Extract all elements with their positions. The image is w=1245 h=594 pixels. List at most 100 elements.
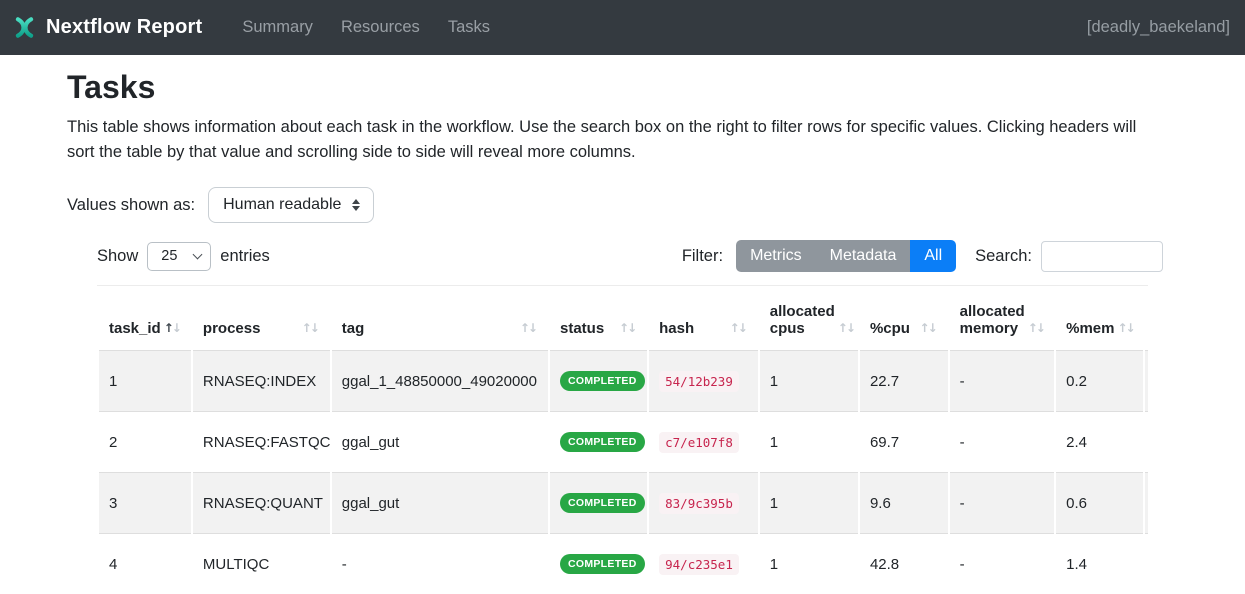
nav-link-resources[interactable]: Resources: [327, 18, 434, 37]
cell-allocated_memory: -: [950, 411, 1054, 472]
select-updown-icon: [352, 199, 360, 211]
cell-process: MULTIQC: [193, 533, 330, 594]
cell-process: RNASEQ:FASTQC: [193, 411, 330, 472]
column-header-pcpu[interactable]: %cpu ↑↓: [860, 286, 948, 350]
column-header-status[interactable]: status ↑↓: [550, 286, 647, 350]
values-shown-row: Values shown as: Human readable: [67, 187, 1245, 223]
task-hash: 54/12b239: [659, 371, 739, 392]
top-navbar: Nextflow Report Summary Resources Tasks …: [0, 0, 1245, 55]
cell-task_id: 2: [99, 411, 191, 472]
page-title: Tasks: [67, 69, 1245, 106]
table-row: 4MULTIQC-COMPLETED94/c235e1142.8-1.4571.…: [99, 533, 1148, 594]
cell-pmem: 1.4: [1056, 533, 1143, 594]
cell-process: RNASEQ:QUANT: [193, 472, 330, 533]
cell-tag: ggal_gut: [332, 472, 548, 533]
sort-icon: ↑↓: [920, 320, 938, 337]
column-label: hash: [659, 320, 694, 337]
task-hash: 83/9c395b: [659, 493, 739, 514]
task-hash: c7/e107f8: [659, 432, 739, 453]
column-label: %mem: [1066, 320, 1114, 337]
page-length-select[interactable]: 25: [147, 242, 211, 271]
table-header-row: task_id↑↓process↑↓tag↑↓status↑↓hash↑↓all…: [99, 286, 1148, 350]
cell-process: RNASEQ:INDEX: [193, 350, 330, 411]
tasks-table: task_id↑↓process↑↓tag↑↓status↑↓hash↑↓all…: [97, 286, 1148, 594]
sort-icon: ↑↓: [1028, 320, 1046, 337]
filter-button-group: MetricsMetadataAll: [736, 240, 956, 272]
column-header-allocated_cpus[interactable]: allocated cpus↑↓: [760, 286, 858, 350]
cell-allocated_memory: -: [950, 533, 1054, 594]
cell-task_id: 1: [99, 350, 191, 411]
table-controls-row: Show 25 entries Filter: MetricsMetadataA…: [97, 240, 1163, 272]
column-header-task_id[interactable]: task_id↑↓: [99, 286, 191, 350]
status-badge: COMPLETED: [560, 493, 645, 513]
column-header-allocated_memory[interactable]: allocated memory↑↓: [950, 286, 1054, 350]
status-badge: COMPLETED: [560, 432, 645, 452]
column-header-hash[interactable]: hash ↑↓: [649, 286, 758, 350]
cell-hash: c7/e107f8: [649, 411, 758, 472]
column-label: process: [203, 320, 261, 337]
cell-tag: ggal_1_48850000_49020000: [332, 350, 548, 411]
tasks-table-wrapper[interactable]: task_id↑↓process↑↓tag↑↓status↑↓hash↑↓all…: [97, 285, 1148, 594]
column-label: tag: [342, 320, 365, 337]
table-body: 1RNASEQ:INDEXggal_1_48850000_49020000COM…: [99, 350, 1148, 594]
sort-icon: ↑↓: [730, 320, 748, 337]
filter-button-all[interactable]: All: [910, 240, 956, 272]
status-badge: COMPLETED: [560, 371, 645, 391]
sort-icon: ↑↓: [302, 320, 320, 337]
cell-pcpu: 42.8: [860, 533, 948, 594]
cell-hash: 83/9c395b: [649, 472, 758, 533]
filter-button-metadata[interactable]: Metadata: [816, 240, 911, 272]
cell-vmem: 52.016 MB: [1145, 350, 1148, 411]
column-label: allocated memory: [960, 303, 1025, 337]
column-header-pmem[interactable]: %mem↑↓: [1056, 286, 1143, 350]
nav-links: Summary Resources Tasks: [228, 18, 504, 37]
chevron-down-icon: [193, 250, 203, 260]
cell-pmem: 0.2: [1056, 350, 1143, 411]
search-label: Search:: [975, 247, 1032, 266]
cell-tag: -: [332, 533, 548, 594]
cell-allocated_cpus: 1: [760, 533, 858, 594]
cell-task_id: 4: [99, 533, 191, 594]
column-label: status: [560, 320, 604, 337]
cell-allocated_memory: -: [950, 350, 1054, 411]
column-header-vmem[interactable]: vmem↑↓: [1145, 286, 1148, 350]
cell-allocated_cpus: 1: [760, 350, 858, 411]
cell-status: COMPLETED: [550, 533, 647, 594]
status-badge: COMPLETED: [560, 554, 645, 574]
cell-vmem: 571.58 MB: [1145, 533, 1148, 594]
sort-icon: ↑↓: [1117, 320, 1135, 337]
page-description: This table shows information about each …: [67, 115, 1167, 164]
cell-hash: 54/12b239: [649, 350, 758, 411]
table-row: 2RNASEQ:FASTQCggal_gut COMPLETED c7/e107f8…: [99, 411, 1148, 472]
cell-hash: 94/c235e1: [649, 533, 758, 594]
cell-tag: ggal_gut: [332, 411, 548, 472]
run-name: [deadly_baekeland]: [1087, 18, 1230, 37]
entries-label: entries: [220, 247, 270, 266]
column-label: %cpu: [870, 320, 910, 337]
brand-title: Nextflow Report: [46, 16, 202, 39]
values-shown-label: Values shown as:: [67, 196, 195, 215]
column-header-tag[interactable]: tag↑↓: [332, 286, 548, 350]
column-header-process[interactable]: process ↑↓: [193, 286, 330, 350]
filter-button-metrics[interactable]: Metrics: [736, 240, 816, 272]
cell-task_id: 3: [99, 472, 191, 533]
nav-link-summary[interactable]: Summary: [228, 18, 327, 37]
cell-allocated_cpus: 1: [760, 411, 858, 472]
table-row: 3RNASEQ:QUANTggal_gut COMPLETED 83/9c395b 1…: [99, 472, 1148, 533]
cell-pcpu: 9.6: [860, 472, 948, 533]
cell-vmem: 3.002 GB: [1145, 411, 1148, 472]
cell-vmem: 368.95 MB: [1145, 472, 1148, 533]
cell-status: COMPLETED: [550, 411, 647, 472]
values-format-select[interactable]: Human readable: [208, 187, 374, 223]
filter-label: Filter:: [682, 247, 723, 266]
cell-status: COMPLETED: [550, 350, 647, 411]
filter-search-cluster: Filter: MetricsMetadataAll Search:: [682, 240, 1163, 272]
cell-allocated_cpus: 1: [760, 472, 858, 533]
cell-pmem: 2.4: [1056, 411, 1143, 472]
table-row: 1RNASEQ:INDEXggal_1_48850000_49020000COM…: [99, 350, 1148, 411]
search-input[interactable]: [1041, 241, 1163, 272]
sort-icon: ↑↓: [619, 320, 637, 337]
nav-link-tasks[interactable]: Tasks: [434, 18, 504, 37]
cell-pmem: 0.6: [1056, 472, 1143, 533]
column-label: allocated cpus: [770, 303, 835, 337]
